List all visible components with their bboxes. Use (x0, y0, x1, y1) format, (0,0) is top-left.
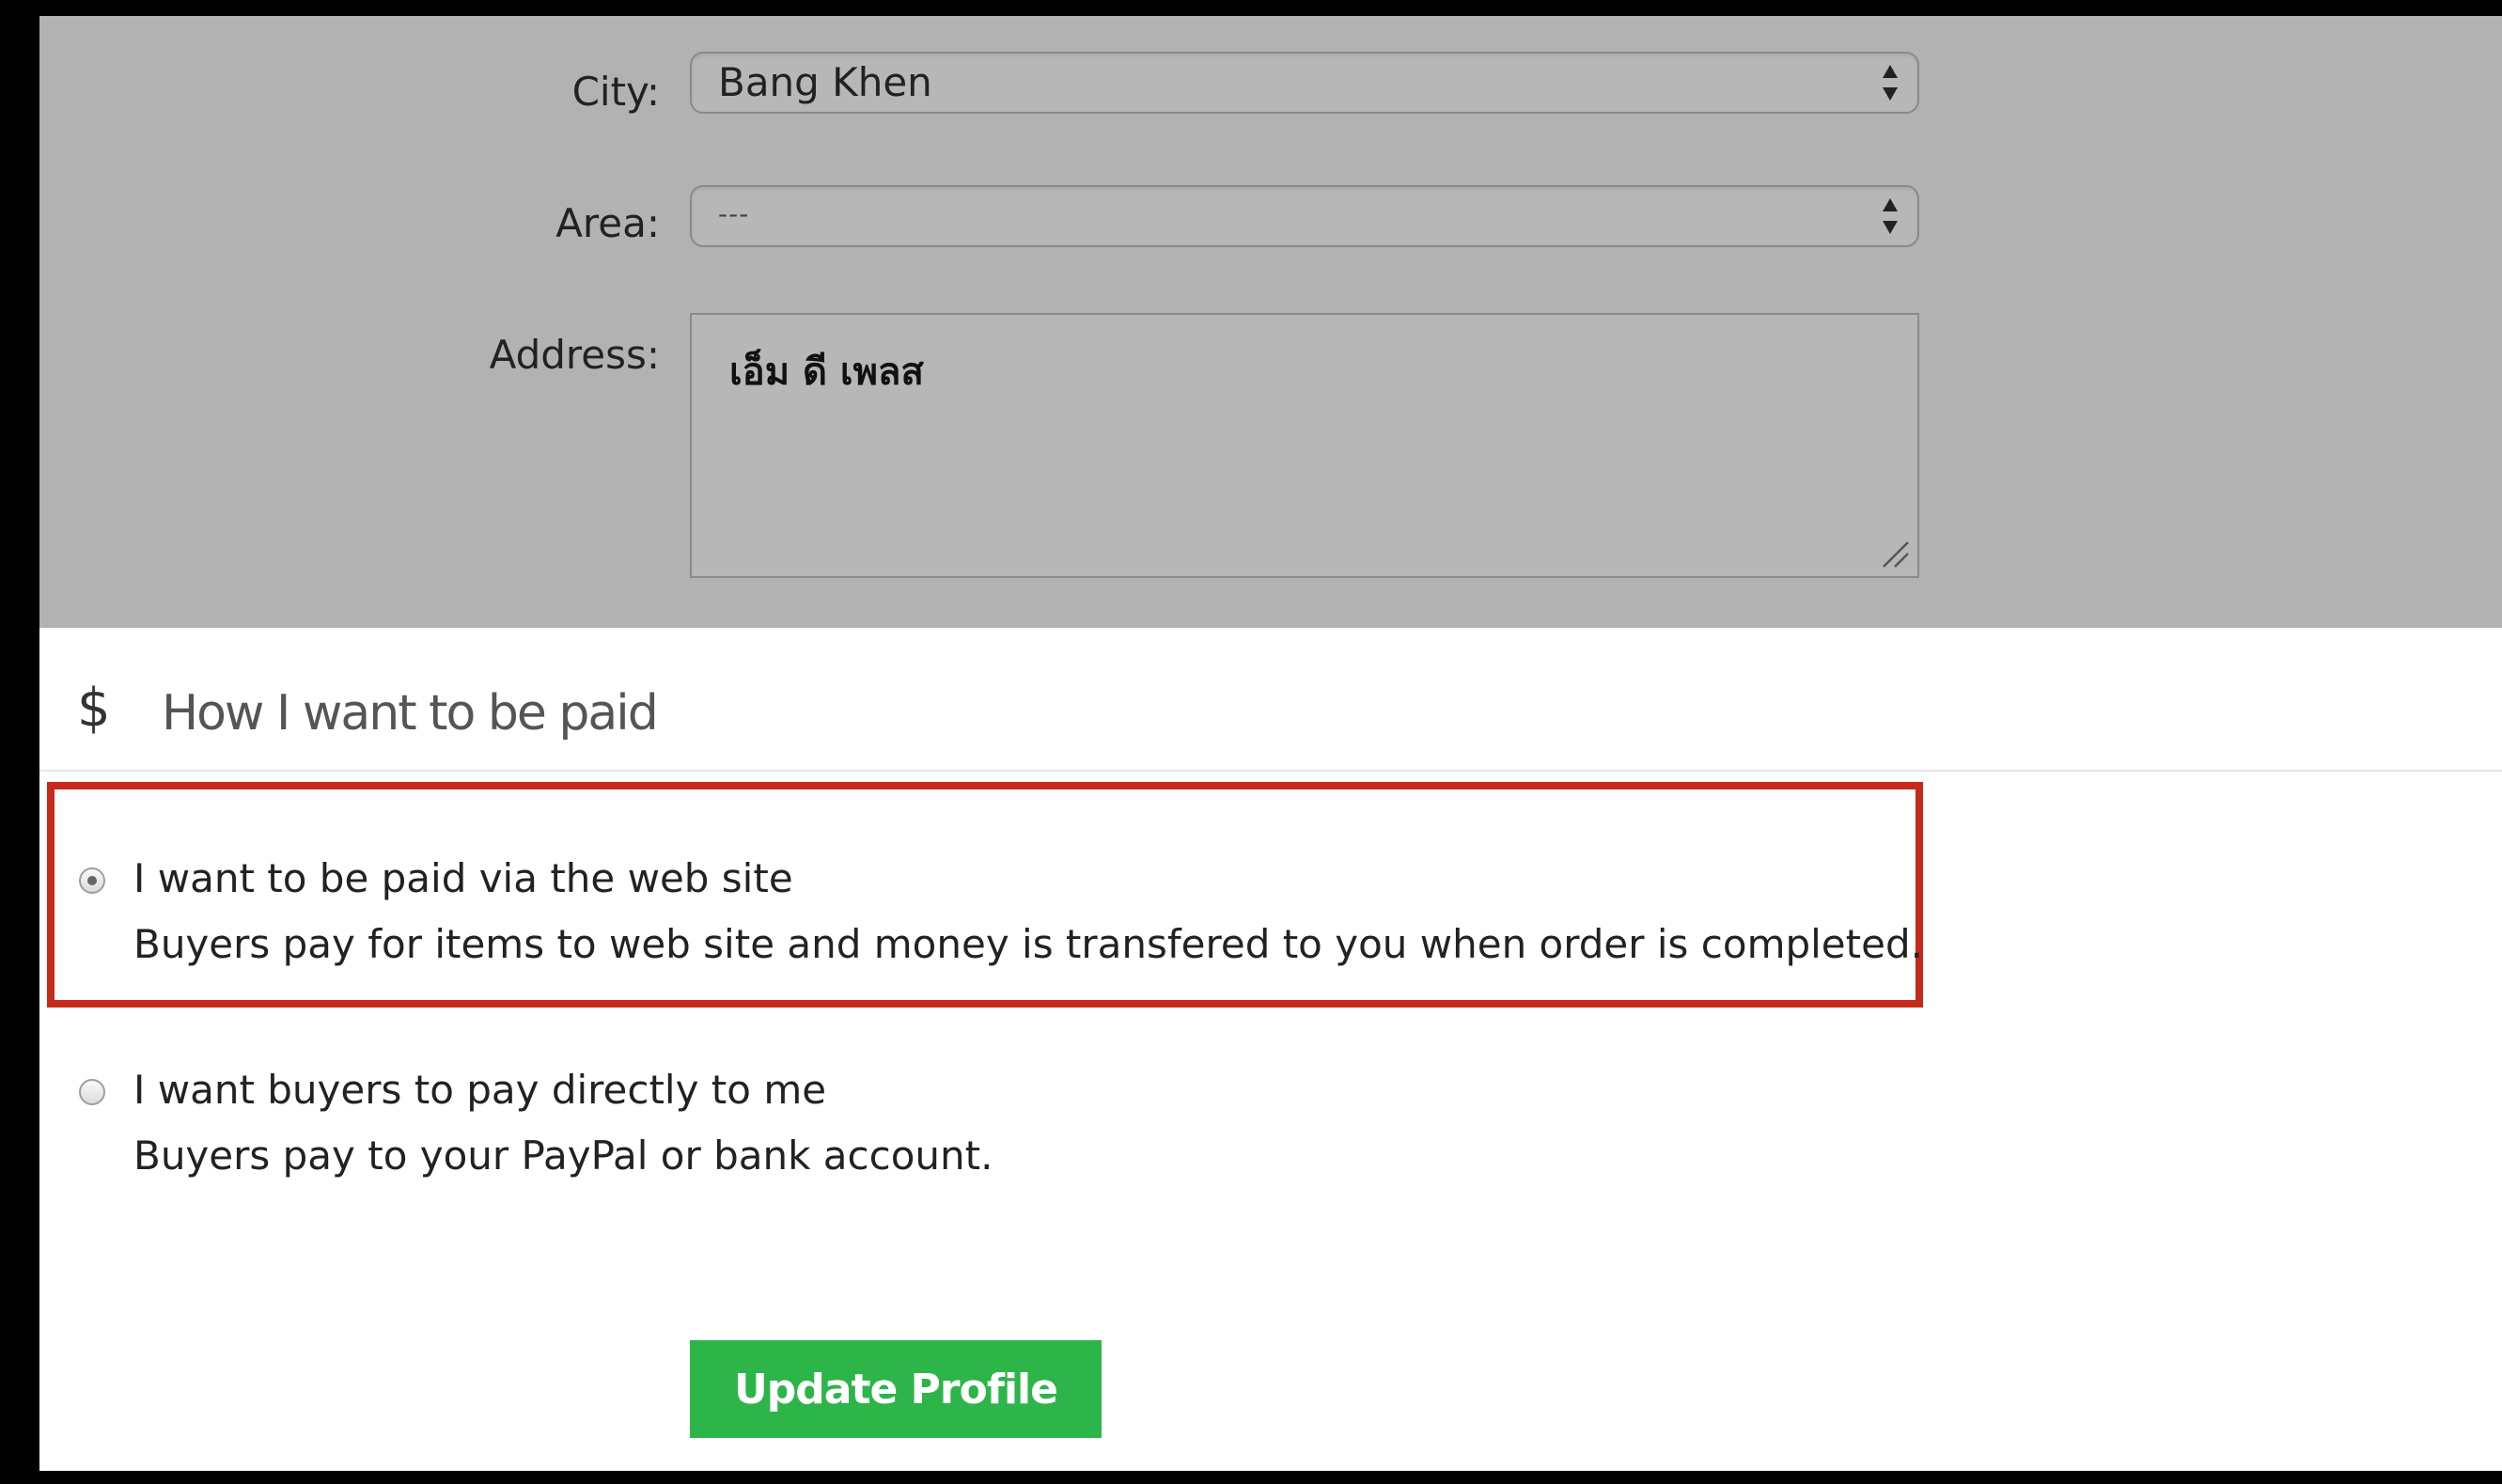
payment-option-direct-description: Buyers pay to your PayPal or bank accoun… (133, 1133, 993, 1179)
payment-section-title: How I want to be paid (162, 685, 659, 742)
update-profile-button[interactable]: Update Profile (690, 1340, 1102, 1438)
area-select-value: --- (718, 198, 750, 229)
address-label: Address: (489, 332, 660, 378)
payment-section-header: $ How I want to be paid (39, 674, 2502, 772)
city-select-value: Bang Khen (718, 59, 932, 105)
payment-option-direct-radio[interactable] (79, 1079, 105, 1105)
payment-option-website-title: I want to be paid via the web site (133, 855, 793, 901)
select-stepper-icon (1883, 65, 1898, 101)
page-frame: City: Bang Khen Area: --- Address: เอ็ม … (0, 0, 2502, 1484)
payment-option-website-description: Buyers pay for items to web site and mon… (133, 921, 1923, 967)
dollar-icon: $ (77, 678, 111, 739)
resize-handle-icon[interactable] (1878, 537, 1912, 570)
address-textarea-value: เอ็ม ดี เพลส (729, 351, 924, 394)
city-select[interactable]: Bang Khen (690, 52, 1919, 114)
address-textarea[interactable]: เอ็ม ดี เพลส (690, 313, 1919, 578)
area-label: Area: (555, 200, 660, 246)
payment-option-direct-title: I want buyers to pay directly to me (133, 1067, 827, 1113)
address-form-panel: City: Bang Khen Area: --- Address: เอ็ม … (39, 16, 2502, 628)
city-label: City: (571, 69, 660, 115)
select-stepper-icon (1883, 198, 1898, 234)
area-select[interactable]: --- (690, 185, 1919, 247)
radio-selected-dot (87, 876, 97, 885)
payment-option-website-radio[interactable] (79, 867, 105, 894)
